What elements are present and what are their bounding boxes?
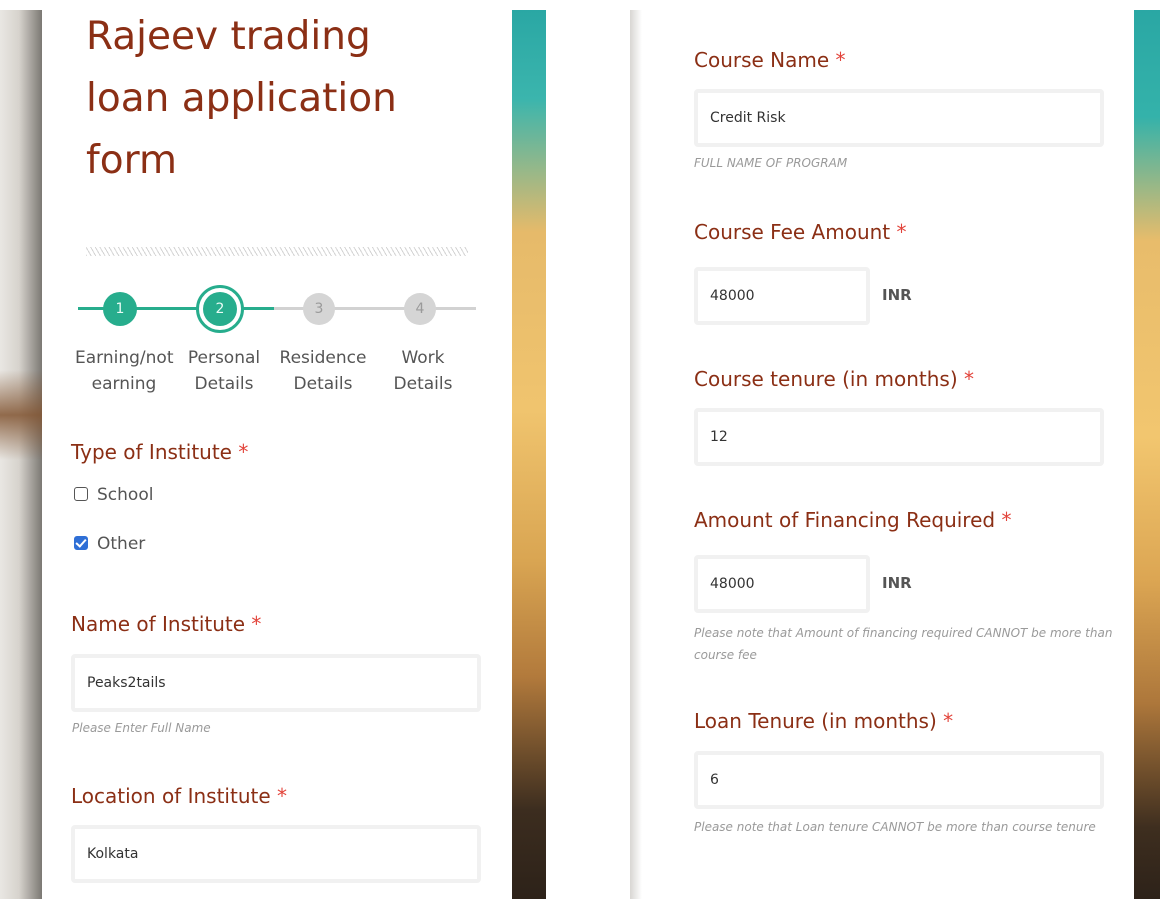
loan-tenure-help: Please note that Loan tenure CANNOT be m… (694, 820, 1096, 834)
other-option-label: Other (97, 534, 146, 554)
progress-hatch-divider (86, 247, 468, 256)
amount-of-financing-unit: INR (882, 574, 912, 592)
amount-of-financing-input[interactable]: 48000 (694, 555, 870, 613)
course-tenure-label: Course tenure (in months) * (694, 367, 975, 391)
required-marker: * (943, 709, 954, 733)
required-marker: * (964, 367, 975, 391)
course-name-help: FULL NAME OF PROGRAM (694, 156, 848, 170)
course-fee-amount-input[interactable]: 48000 (694, 267, 870, 325)
amount-of-financing-label: Amount of Financing Required * (694, 508, 1012, 532)
location-of-institute-label: Location of Institute * (71, 784, 287, 808)
option-other[interactable]: Other (74, 533, 145, 555)
type-of-institute-label: Type of Institute * (71, 440, 249, 464)
background-blur-middle (512, 10, 630, 899)
required-marker: * (251, 612, 262, 636)
school-option-label: School (97, 485, 154, 505)
step-2-number: 2 (203, 292, 237, 326)
step-1-circle[interactable]: 1 (103, 292, 137, 326)
other-checkbox[interactable] (74, 536, 88, 550)
required-marker: * (277, 784, 287, 808)
background-blur-left (0, 10, 42, 899)
course-name-input[interactable]: Credit Risk (694, 89, 1104, 147)
step-4-circle[interactable]: 4 (404, 293, 436, 325)
step-3-circle[interactable]: 3 (303, 293, 335, 325)
loan-tenure-label: Loan Tenure (in months) * (694, 709, 954, 733)
required-marker: * (896, 220, 907, 244)
option-school[interactable]: School (74, 484, 153, 506)
location-of-institute-input[interactable]: Kolkata (71, 825, 481, 883)
loan-tenure-input[interactable]: 6 (694, 751, 1104, 809)
name-of-institute-help: Please Enter Full Name (72, 721, 211, 735)
course-fee-amount-label: Course Fee Amount * (694, 220, 907, 244)
amount-of-financing-help: Please note that Amount of financing req… (694, 626, 1113, 662)
step-4-label: Work Details (393, 348, 453, 394)
panel-edge-shadow (630, 10, 642, 899)
required-marker: * (835, 48, 846, 72)
required-marker: * (1001, 508, 1012, 532)
step-2-circle[interactable]: 2 (196, 285, 244, 333)
background-blur-right (1134, 10, 1160, 899)
school-checkbox[interactable] (74, 487, 88, 501)
course-name-label: Course Name * (694, 48, 846, 72)
name-of-institute-input[interactable]: Peaks2tails (71, 654, 481, 712)
step-3-label: Residence Details (279, 348, 367, 394)
step-1-label: Earning/not earning (75, 348, 174, 394)
course-fee-unit: INR (882, 286, 912, 304)
name-of-institute-label: Name of Institute * (71, 612, 262, 636)
required-marker: * (238, 440, 249, 464)
form-title: Rajeev trading loan application form (86, 14, 397, 183)
course-tenure-input[interactable]: 12 (694, 408, 1104, 466)
step-2-label: Personal Details (187, 348, 261, 394)
